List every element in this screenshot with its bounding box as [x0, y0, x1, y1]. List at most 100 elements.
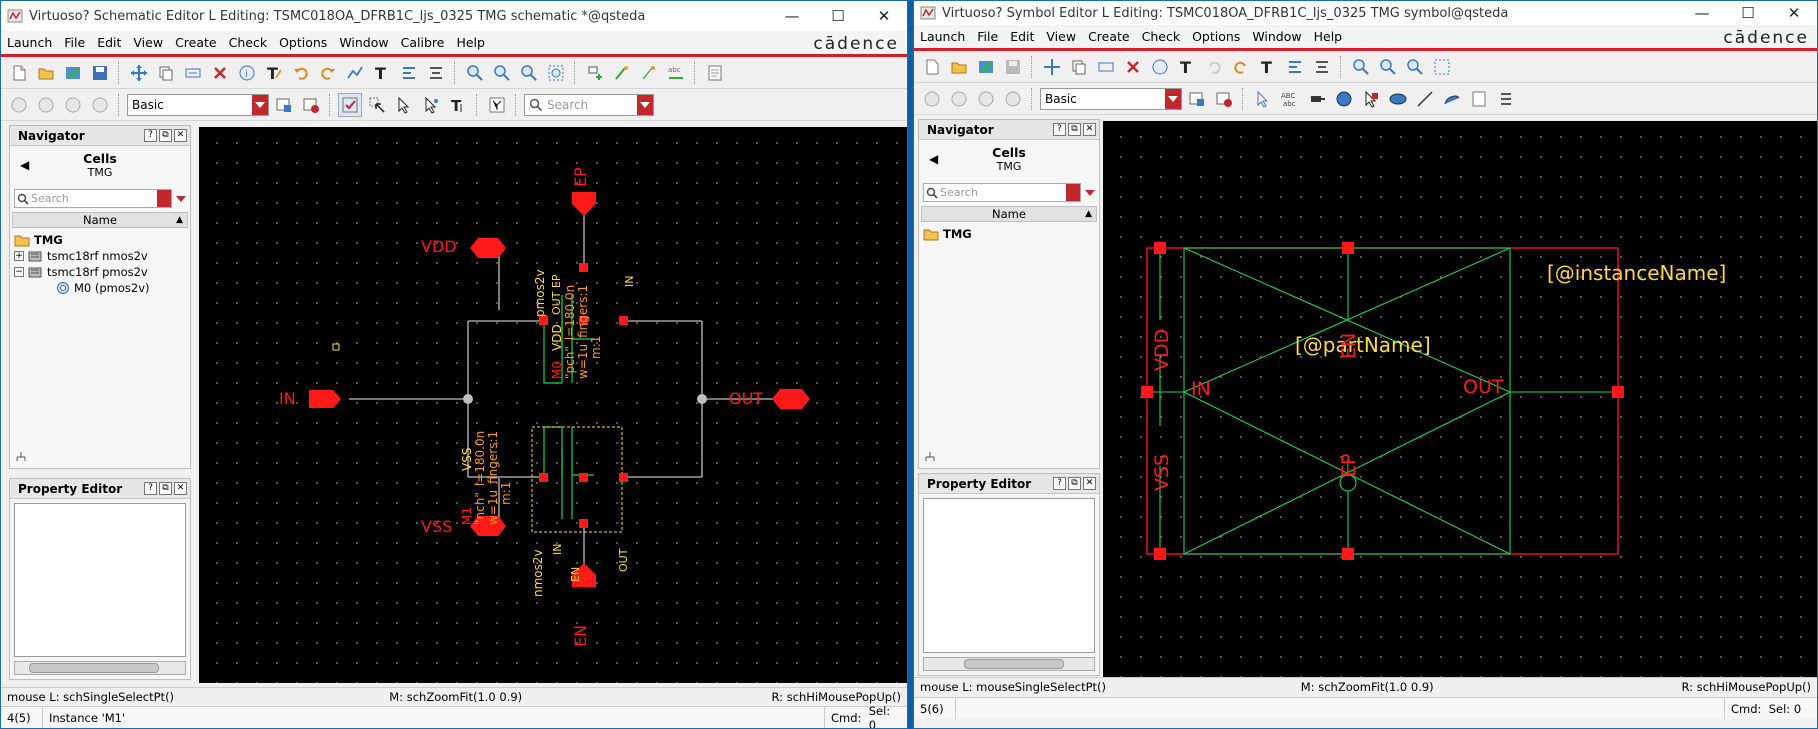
select-area-icon[interactable] — [1251, 87, 1275, 111]
fit-view-icon[interactable] — [544, 61, 568, 85]
ellipse-tool-icon[interactable] — [1386, 87, 1410, 111]
panel-close-icon[interactable]: ✕ — [1083, 123, 1096, 136]
menu-view[interactable]: View — [1046, 29, 1076, 44]
hierarchy-icon[interactable] — [14, 450, 28, 464]
workspace-combo[interactable]: Basic — [1040, 87, 1182, 110]
back-arrow-icon[interactable]: ◀ — [20, 158, 29, 172]
help-icon[interactable]: ? — [144, 129, 157, 142]
symbol-canvas[interactable]: [@instanceName] [@partName] VDD VSS IN O… — [1103, 121, 1817, 677]
zoom-out-icon[interactable] — [490, 61, 514, 85]
distribute-icon[interactable] — [424, 61, 448, 85]
wire-icon[interactable] — [610, 61, 634, 85]
menu-file[interactable]: File — [64, 35, 85, 50]
save-icon[interactable] — [1001, 55, 1025, 79]
pointer-icon[interactable] — [392, 93, 416, 117]
maximize-button[interactable]: ☐ — [1725, 1, 1771, 25]
arc-tool-icon[interactable] — [1440, 87, 1464, 111]
nav-top-icon[interactable] — [88, 93, 112, 117]
hierarchy-icon[interactable] — [923, 450, 937, 464]
text-tool-icon[interactable]: T — [262, 61, 286, 85]
minimize-button[interactable]: — — [1679, 1, 1725, 25]
navigator-search[interactable]: Search — [923, 182, 1095, 202]
float-icon[interactable]: ⧉ — [159, 129, 172, 142]
add-pin-icon[interactable] — [1305, 87, 1329, 111]
toolbar-search-field[interactable]: Search — [524, 93, 654, 116]
horizontal-scrollbar[interactable] — [14, 661, 186, 675]
menu-create[interactable]: Create — [175, 35, 217, 50]
open-icon[interactable] — [34, 61, 58, 85]
menu-help[interactable]: Help — [1314, 29, 1343, 44]
zoom-in-icon[interactable] — [463, 61, 487, 85]
chevron-down-icon[interactable] — [252, 94, 268, 115]
selection-box-icon[interactable] — [1359, 87, 1383, 111]
undo-icon[interactable] — [1202, 55, 1226, 79]
menu-check[interactable]: Check — [229, 35, 267, 50]
wire-name-icon[interactable]: abc — [664, 61, 688, 85]
properties-icon[interactable] — [1148, 55, 1172, 79]
label-icon[interactable]: T — [370, 61, 394, 85]
filter-dropdown-icon[interactable] — [1085, 189, 1095, 201]
abc-label-icon[interactable]: ABC abc — [1278, 87, 1302, 111]
menu-create[interactable]: Create — [1088, 29, 1130, 44]
horizontal-scrollbar[interactable] — [923, 657, 1095, 671]
line-tool-icon[interactable] — [1413, 87, 1437, 111]
delete-icon[interactable] — [208, 61, 232, 85]
align-icon[interactable] — [1283, 55, 1307, 79]
copy-icon[interactable] — [154, 61, 178, 85]
zoom-box-icon[interactable] — [1403, 55, 1427, 79]
menu-check[interactable]: Check — [1142, 29, 1180, 44]
delete-icon[interactable] — [1121, 55, 1145, 79]
column-header-name[interactable]: Name ▲ — [12, 212, 188, 228]
panel-close-icon[interactable]: ✕ — [174, 482, 187, 495]
menu-edit[interactable]: Edit — [1010, 29, 1034, 44]
label-icon[interactable]: T — [1256, 55, 1280, 79]
circle-tool-icon[interactable] — [1332, 87, 1356, 111]
redo-icon[interactable] — [316, 61, 340, 85]
tree-item-tmg[interactable]: TMG — [923, 226, 1095, 242]
properties-icon[interactable]: i — [235, 61, 259, 85]
save-icon[interactable] — [88, 61, 112, 85]
nav-forward-icon[interactable] — [34, 93, 58, 117]
new-icon[interactable] — [920, 55, 944, 79]
tree-item-tmg[interactable]: TMG — [14, 232, 186, 248]
nav-up-icon[interactable] — [61, 93, 85, 117]
close-button[interactable]: ✕ — [1771, 1, 1817, 25]
workspace-save-icon[interactable] — [272, 93, 296, 117]
align-icon[interactable] — [397, 61, 421, 85]
tree-item-m0[interactable]: M0 (pmos2v) — [14, 280, 186, 296]
undo-icon[interactable] — [289, 61, 313, 85]
panel-close-icon[interactable]: ✕ — [174, 129, 187, 142]
check-save-icon[interactable] — [61, 61, 85, 85]
minimize-button[interactable]: — — [769, 1, 815, 31]
column-header-name[interactable]: Name ▲ — [921, 206, 1097, 222]
workspace-save-icon[interactable] — [1185, 87, 1209, 111]
menu-calibre[interactable]: Calibre — [401, 35, 445, 50]
navigator-search[interactable]: Search — [14, 188, 186, 208]
chevron-down-icon[interactable] — [1165, 88, 1181, 109]
nav-back-icon[interactable] — [7, 93, 31, 117]
maximize-button[interactable]: ☐ — [815, 1, 861, 31]
schematic-canvas[interactable]: EP VDD IN OUT VSS EN pmos2v OUT EP IN M0… — [199, 127, 907, 683]
help-icon[interactable]: ? — [1053, 477, 1066, 490]
help-icon[interactable]: ? — [1053, 123, 1066, 136]
property-table[interactable] — [14, 503, 186, 657]
float-icon[interactable]: ⧉ — [1068, 123, 1081, 136]
panel-close-icon[interactable]: ✕ — [1083, 477, 1096, 490]
menu-window[interactable]: Window — [339, 35, 388, 50]
menu-file[interactable]: File — [977, 29, 998, 44]
menu-window[interactable]: Window — [1252, 29, 1301, 44]
fit-view-icon[interactable] — [1430, 55, 1454, 79]
nav-forward-icon[interactable] — [947, 87, 971, 111]
menu-options[interactable]: Options — [279, 35, 327, 50]
back-arrow-icon[interactable]: ◀ — [929, 152, 938, 166]
filter-dropdown-icon[interactable] — [176, 195, 186, 207]
search-dropdown-icon[interactable] — [637, 94, 653, 115]
tree-item-pmos[interactable]: − tsmc18rf pmos2v — [14, 264, 186, 280]
nav-back-icon[interactable] — [920, 87, 944, 111]
copy-icon[interactable] — [1067, 55, 1091, 79]
add-pin-icon[interactable] — [583, 61, 607, 85]
zoom-fit-icon[interactable] — [343, 61, 367, 85]
zoom-box-icon[interactable] — [517, 61, 541, 85]
move-icon[interactable] — [127, 61, 151, 85]
wire-narrow-icon[interactable] — [637, 61, 661, 85]
